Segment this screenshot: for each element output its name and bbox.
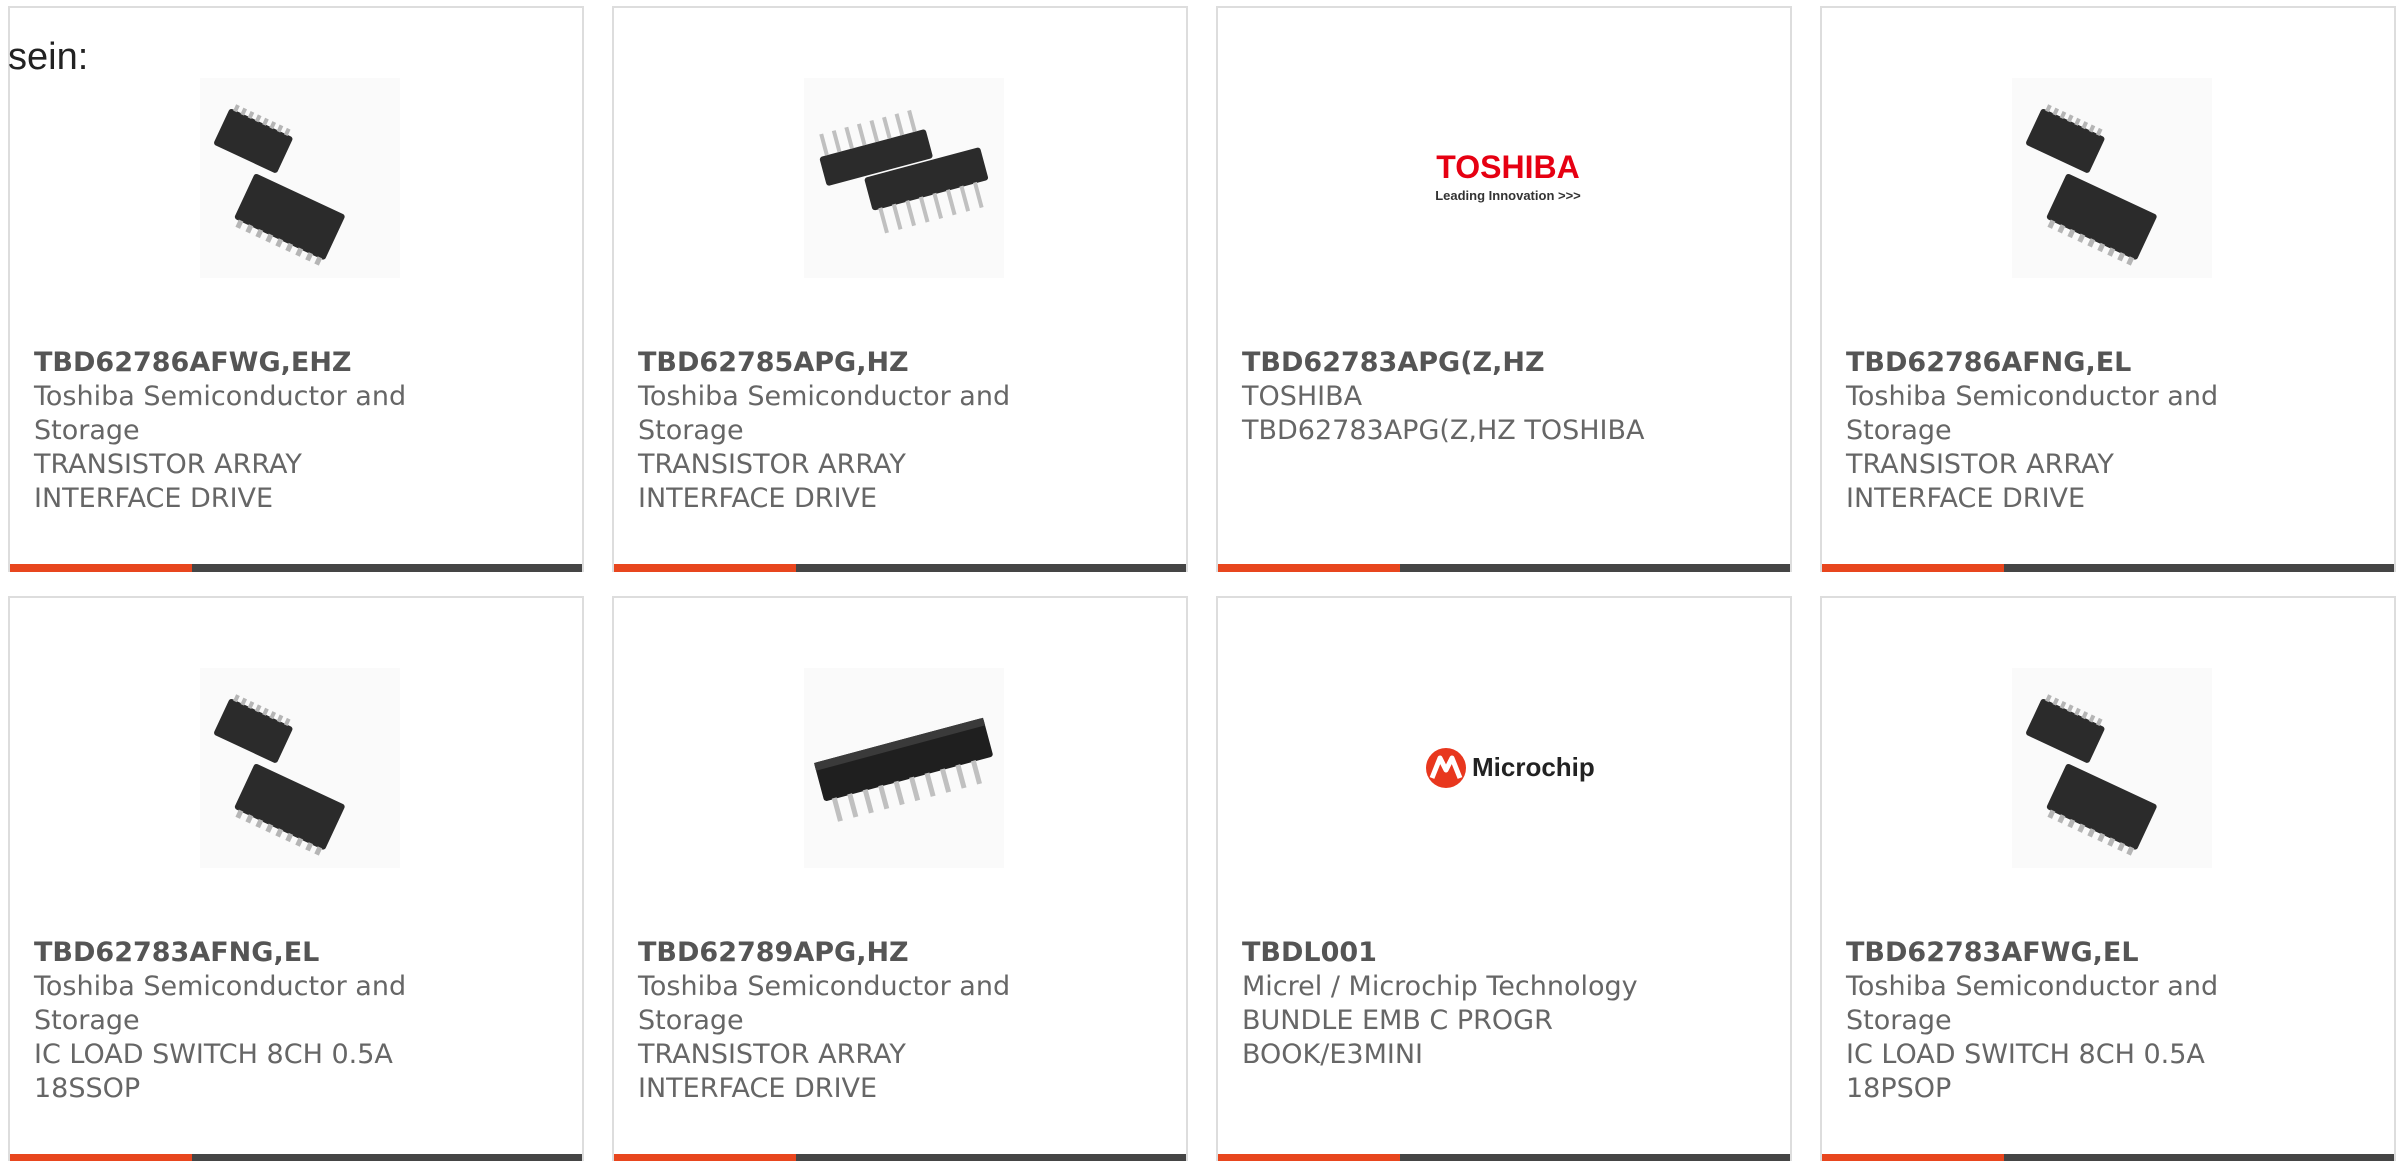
toshiba-logo-text: TOSHIBA — [1436, 149, 1579, 185]
description: IC LOAD SWITCH 8CH 0.5A 18PSOP — [1846, 1039, 2205, 1104]
card-accent-bar — [1218, 1154, 1400, 1161]
card-accent-bar — [614, 1154, 796, 1161]
description: TBD62783APG(Z,HZ TOSHIBA — [1242, 415, 1645, 446]
manufacturer: Toshiba Semiconductor and Storage — [638, 971, 1011, 1036]
description: TRANSISTOR ARRAY INTERFACE DRIVE — [1846, 449, 2114, 514]
soic-chip-icon — [2012, 668, 2212, 868]
description: TRANSISTOR ARRAY INTERFACE DRIVE — [34, 449, 302, 514]
part-number[interactable]: TBD62789APG,HZ — [638, 936, 909, 970]
card-accent-bar — [1822, 564, 2004, 572]
manufacturer: Toshiba Semiconductor and Storage — [1846, 381, 2219, 446]
card-accent-bar — [1218, 564, 1400, 572]
card-accent-bar — [10, 1154, 192, 1161]
manufacturer: Toshiba Semiconductor and Storage — [1846, 971, 2219, 1036]
card-bottom-bar — [10, 564, 582, 572]
dip-chip-single-icon — [804, 668, 1004, 868]
card-bottom-bar — [614, 564, 1186, 572]
description: IC LOAD SWITCH 8CH 0.5A 18SSOP — [34, 1039, 393, 1104]
part-number[interactable]: TBD62783AFNG,EL — [34, 936, 319, 970]
microchip-logo: Microchip — [1408, 668, 1608, 868]
card-bottom-bar — [1822, 1154, 2394, 1161]
product-card[interactable]: TBD62785APG,HZ Toshiba Semiconductor and… — [612, 6, 1188, 572]
soic-chip-icon — [200, 668, 400, 868]
card-bottom-bar — [614, 1154, 1186, 1161]
manufacturer: Toshiba Semiconductor and Storage — [34, 971, 407, 1036]
product-card[interactable]: TBD62789APG,HZ Toshiba Semiconductor and… — [612, 596, 1188, 1161]
product-card[interactable]: TBD62783AFNG,EL Toshiba Semiconductor an… — [8, 596, 584, 1161]
description: TRANSISTOR ARRAY INTERFACE DRIVE — [638, 1039, 906, 1104]
card-bottom-bar — [1218, 1154, 1790, 1161]
microchip-logo-text: Microchip — [1472, 752, 1595, 782]
soic-chip-icon — [2012, 78, 2212, 278]
card-accent-bar — [10, 564, 192, 572]
toshiba-logo-tagline: Leading Innovation >>> — [1435, 188, 1581, 203]
part-number[interactable]: TBDL001 — [1242, 936, 1377, 970]
description: BUNDLE EMB C PROGR BOOK/E3MINI — [1242, 1005, 1553, 1070]
manufacturer: Toshiba Semiconductor and Storage — [34, 381, 407, 446]
card-accent-bar — [614, 564, 796, 572]
soic-chip-icon — [200, 78, 400, 278]
part-number[interactable]: TBD62786AFWG,EHZ — [34, 346, 352, 380]
description: TRANSISTOR ARRAY INTERFACE DRIVE — [638, 449, 906, 514]
card-bottom-bar — [10, 1154, 582, 1161]
product-card[interactable]: TBD62786AFWG,EHZ Toshiba Semiconductor a… — [8, 6, 584, 572]
toshiba-logo: TOSHIBA Leading Innovation >>> — [1408, 78, 1608, 278]
part-number[interactable]: TBD62785APG,HZ — [638, 346, 909, 380]
product-grid: TBD62786AFWG,EHZ Toshiba Semiconductor a… — [8, 6, 2400, 1161]
manufacturer: Toshiba Semiconductor and Storage — [638, 381, 1011, 446]
part-number[interactable]: TBD62786AFNG,EL — [1846, 346, 2131, 380]
manufacturer: TOSHIBA — [1242, 381, 1363, 412]
product-card[interactable]: TBD62783AFWG,EL Toshiba Semiconductor an… — [1820, 596, 2396, 1161]
product-card[interactable]: Microchip TBDL001 Micrel / Microchip Tec… — [1216, 596, 1792, 1161]
manufacturer: Micrel / Microchip Technology — [1242, 971, 1638, 1002]
card-bottom-bar — [1822, 564, 2394, 572]
product-card[interactable]: TOSHIBA Leading Innovation >>> TBD62783A… — [1216, 6, 1792, 572]
part-number[interactable]: TBD62783AFWG,EL — [1846, 936, 2139, 970]
card-bottom-bar — [1218, 564, 1790, 572]
intro-text: sein: — [8, 36, 89, 78]
product-card[interactable]: TBD62786AFNG,EL Toshiba Semiconductor an… — [1820, 6, 2396, 572]
card-accent-bar — [1822, 1154, 2004, 1161]
part-number[interactable]: TBD62783APG(Z,HZ — [1242, 346, 1545, 380]
dip-chip-icon — [804, 78, 1004, 278]
